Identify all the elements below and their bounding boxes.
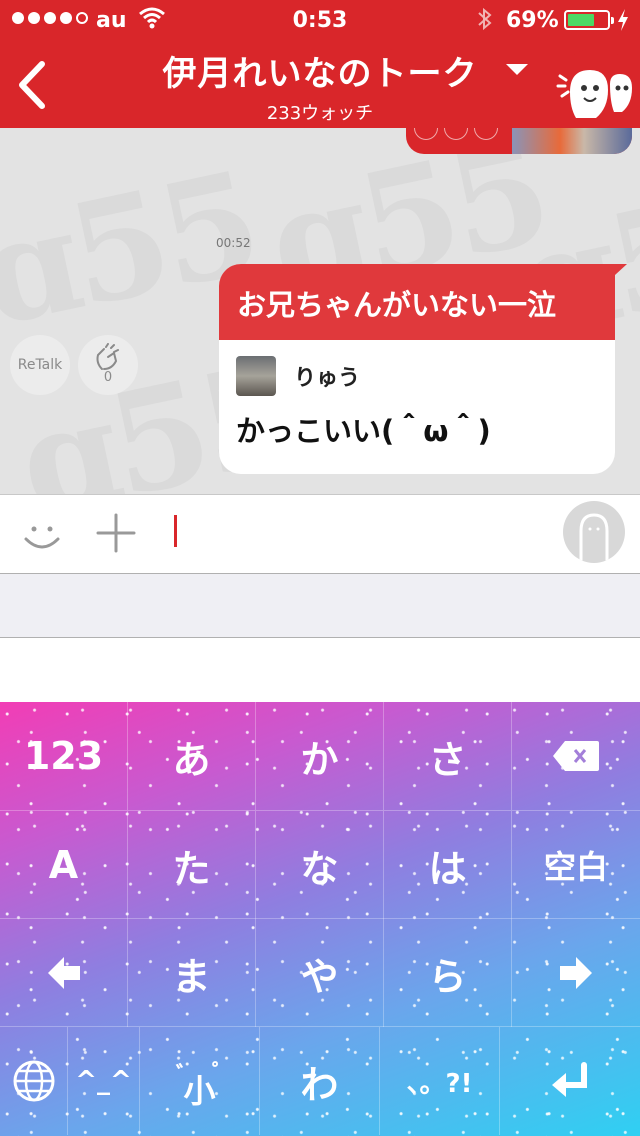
text-cursor (174, 515, 177, 547)
key-ha-row[interactable]: は (384, 811, 512, 919)
key-sa-row[interactable]: さ (384, 702, 512, 810)
header: au 0:53 69% 伊月れいなのトーク 233ウォッチ (0, 0, 640, 128)
avatar[interactable] (236, 356, 276, 396)
message-timestamp: 00:52 (216, 236, 251, 250)
message-bubble[interactable]: お兄ちゃんがいない一泣 りゅう かっこいい(＾ω＾) (219, 264, 627, 474)
bluetooth-icon (476, 6, 494, 38)
clap-count: 0 (103, 370, 113, 385)
message-body: かっこいい(＾ω＾) (236, 414, 491, 448)
key-punctuation[interactable]: 、。?! (380, 1027, 500, 1135)
key-numbers[interactable]: 123 (0, 702, 128, 810)
key-dakuten-small[interactable]: ゛ ゜ 小 (140, 1027, 260, 1135)
key-na-row[interactable]: な (256, 811, 384, 919)
back-button[interactable] (14, 60, 54, 110)
clap-button[interactable]: 0 (78, 335, 138, 395)
previous-message-bubble[interactable] (406, 128, 632, 154)
profile-silhouette-icon (579, 513, 609, 563)
key-cursor-left[interactable] (0, 919, 128, 1027)
plus-icon (96, 513, 136, 553)
add-attachment-button[interactable] (94, 511, 138, 555)
backspace-icon (553, 741, 599, 771)
key-emoticon[interactable]: ^_^ (68, 1027, 140, 1135)
key-globe[interactable] (0, 1027, 68, 1135)
key-return[interactable] (500, 1027, 640, 1135)
status-bar: au 0:53 69% (0, 0, 640, 40)
globe-icon (13, 1060, 54, 1102)
caret-down-icon[interactable] (506, 64, 528, 75)
message-input-bar (0, 494, 640, 574)
clap-icon (96, 343, 119, 370)
retalk-label: ReTalk (17, 357, 63, 373)
battery-icon (564, 10, 614, 30)
keyboard-row-2: A た な は 空白 (0, 810, 640, 919)
chevron-left-icon (19, 61, 45, 109)
arrow-left-icon (47, 957, 80, 989)
key-ya-row[interactable]: や (256, 919, 384, 1027)
chat-area[interactable]: ɑ55 ɑ55 ɑ5 ɑ55 00:52 お兄ちゃんがいない一泣 りゅう かっこ… (0, 128, 640, 494)
arrow-right-icon (560, 957, 592, 989)
message-input[interactable] (170, 511, 554, 557)
key-space[interactable]: 空白 (512, 811, 640, 919)
retalk-button[interactable]: ReTalk (10, 335, 70, 395)
page-subtitle: 233ウォッチ (266, 103, 374, 124)
battery-percent: 69% (506, 8, 559, 33)
key-alphabet[interactable]: A (0, 811, 128, 919)
key-a-row[interactable]: あ (128, 702, 256, 810)
profile-button[interactable] (563, 501, 625, 563)
key-wa-row[interactable]: わ (260, 1027, 380, 1135)
message-headline-bar: お兄ちゃんがいない一泣 (219, 264, 615, 340)
keyboard-top-band (0, 638, 640, 702)
key-ka-row[interactable]: か (256, 702, 384, 810)
message-user-name[interactable]: りゅう (294, 360, 360, 392)
bubble-tail (603, 264, 627, 286)
keyboard-row-1: 123 あ か さ (0, 702, 640, 810)
charging-bolt-icon (616, 8, 630, 38)
key-ma-row[interactable]: ま (128, 919, 256, 1027)
key-ta-row[interactable]: た (128, 811, 256, 919)
shared-image-thumbnail[interactable] (512, 128, 632, 154)
return-icon (552, 1062, 587, 1097)
suggestion-strip (0, 574, 640, 638)
page-title: 伊月れいなのトーク (162, 54, 478, 94)
smiley-icon (24, 526, 60, 549)
smiley-button[interactable] (20, 513, 64, 557)
message-headline: お兄ちゃんがいない一泣 (237, 288, 557, 322)
key-cursor-right[interactable] (512, 919, 640, 1027)
keyboard-row-3: ま や ら (0, 918, 640, 1027)
key-ra-row[interactable]: ら (384, 919, 512, 1027)
keyboard: 123 あ か さ A た な は 空白 ま や ら ^_^ ゛ ゜ 小 わ 、… (0, 702, 640, 1136)
talk-title-button[interactable]: 伊月れいなのトーク 233ウォッチ (110, 46, 530, 125)
keyboard-row-4: ^_^ ゛ ゜ 小 わ 、。?! (0, 1026, 640, 1135)
key-backspace[interactable] (512, 702, 640, 810)
ghost-mascot-icon[interactable] (556, 48, 636, 128)
